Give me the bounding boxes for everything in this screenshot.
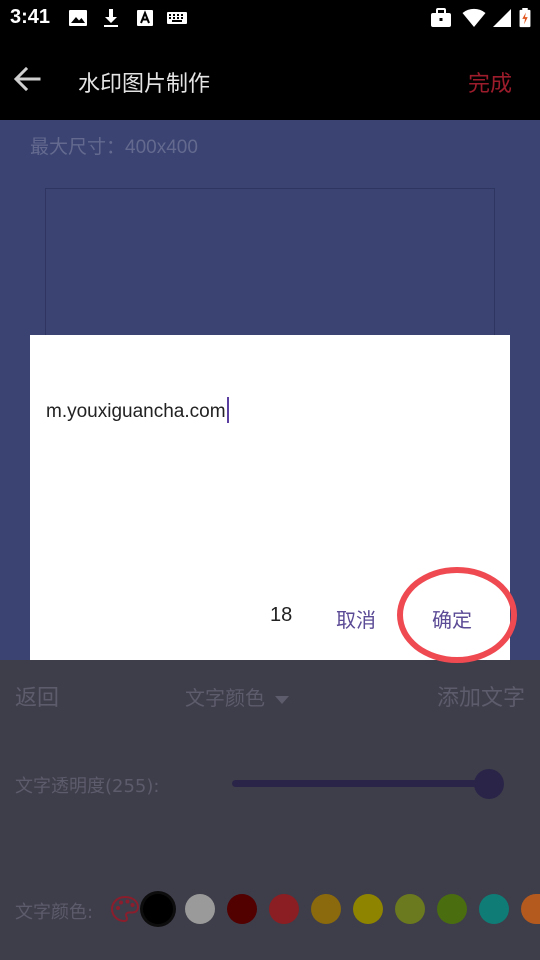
color-swatch-2[interactable] <box>227 894 257 924</box>
color-swatch-7[interactable] <box>437 894 467 924</box>
done-button[interactable]: 完成 <box>468 66 512 98</box>
status-bar: 3:41 <box>0 0 540 38</box>
color-swatch-0[interactable] <box>143 894 173 924</box>
a-box-icon <box>137 10 153 26</box>
text-cursor <box>226 397 229 423</box>
color-swatch-1[interactable] <box>185 894 215 924</box>
status-time: 3:41 <box>10 6 51 28</box>
cancel-button[interactable]: 取消 <box>336 604 376 633</box>
back-button[interactable]: 返回 <box>15 680 59 712</box>
color-swatch-4[interactable] <box>311 894 341 924</box>
palette-icon[interactable] <box>110 894 140 924</box>
download-icon <box>104 9 118 27</box>
arrow-left-icon[interactable] <box>12 64 42 94</box>
color-swatch-5[interactable] <box>353 894 383 924</box>
text-color-dropdown[interactable]: 文字颜色 <box>185 682 289 711</box>
highlight-circle <box>397 567 517 663</box>
opacity-slider-track[interactable] <box>232 780 488 787</box>
color-swatch-8[interactable] <box>479 894 509 924</box>
text-settings-panel: 返回 文字颜色 添加文字 文字透明度(255): 文字颜色: <box>0 660 540 960</box>
character-count: 18 <box>270 604 293 626</box>
color-swatch-9[interactable] <box>521 894 540 924</box>
color-swatch-6[interactable] <box>395 894 425 924</box>
max-size-label: 最大尺寸：400x400 <box>30 137 198 158</box>
watermark-text-input[interactable]: m.youxiguancha.com <box>46 397 229 423</box>
opacity-label: 文字透明度(255): <box>15 776 160 797</box>
add-text-button[interactable]: 添加文字 <box>437 680 525 712</box>
text-color-dropdown-label: 文字颜色 <box>185 686 265 710</box>
app-bar: 水印图片制作 完成 <box>0 38 540 120</box>
opacity-slider-thumb[interactable] <box>474 769 504 799</box>
watermark-text-value: m.youxiguancha.com <box>46 401 226 422</box>
page-title: 水印图片制作 <box>78 72 211 97</box>
battery-icon <box>519 8 531 28</box>
image-icon <box>69 10 87 26</box>
wifi-icon <box>462 8 486 27</box>
color-label: 文字颜色: <box>15 902 94 923</box>
keyboard-icon <box>167 12 187 24</box>
color-swatch-3[interactable] <box>269 894 299 924</box>
briefcase-icon <box>431 8 451 27</box>
chevron-down-icon <box>275 695 289 704</box>
signal-icon <box>493 9 511 27</box>
